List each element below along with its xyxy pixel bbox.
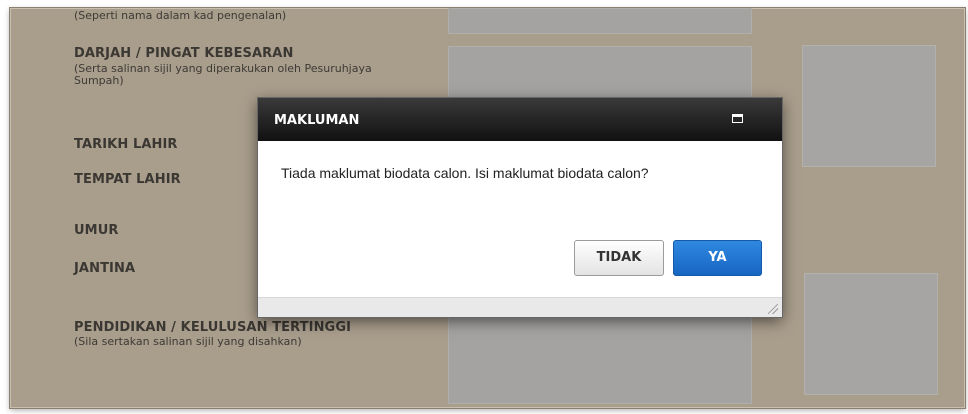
education-label: PENDIDIKAN / KELULUSAN TERTINGGI (74, 320, 352, 335)
photo-placeholder-bottom (804, 273, 938, 395)
award-label: DARJAH / PINGAT KEBESARAN (74, 46, 294, 61)
photo-placeholder-top (802, 45, 936, 167)
dob-label: TARIKH LAHIR (74, 137, 178, 152)
gender-label: JANTINA (74, 261, 136, 276)
pob-label: TEMPAT LAHIR (74, 172, 181, 187)
award-hint: (Serta salinan sijil yang diperakukan ol… (74, 62, 372, 87)
dialog-title: MAKLUMAN (274, 113, 360, 128)
yes-button[interactable]: YA (673, 240, 762, 276)
ic-name-hint: (Seperti nama dalam kad pengenalan) (74, 9, 287, 22)
no-button[interactable]: TIDAK (574, 240, 664, 276)
age-label: UMUR (74, 223, 119, 238)
resize-grip-icon[interactable] (768, 304, 778, 314)
confirm-dialog: MAKLUMAN Tiada maklumat biodata calon. I… (258, 98, 782, 317)
education-field[interactable] (448, 308, 752, 404)
dialog-message: Tiada maklumat biodata calon. Isi maklum… (281, 165, 649, 181)
maximize-icon[interactable] (732, 114, 743, 123)
ic-name-field[interactable] (448, 8, 752, 34)
education-hint: (Sila sertakan salinan sijil yang disahk… (74, 335, 302, 348)
dialog-header[interactable]: MAKLUMAN (258, 98, 782, 141)
dialog-footer (258, 297, 782, 317)
